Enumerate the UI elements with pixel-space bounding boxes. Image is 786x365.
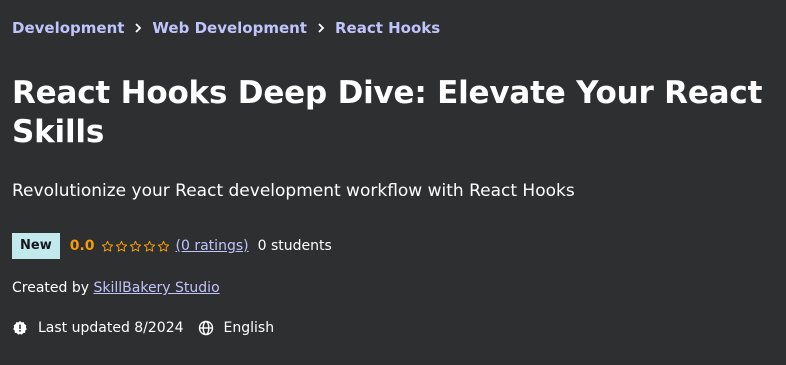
breadcrumb-item-react-hooks[interactable]: React Hooks [335, 18, 440, 38]
course-subtitle: Revolutionize your React development wor… [12, 181, 575, 201]
star-outline-icon [115, 240, 127, 252]
student-count: 0 students [257, 238, 332, 254]
last-updated: Last updated 8/2024 [38, 320, 184, 336]
star-outline-icon [157, 240, 169, 252]
course-title: React Hooks Deep Dive: Elevate Your Reac… [12, 75, 763, 150]
breadcrumb-item-web-development[interactable]: Web Development [152, 18, 307, 38]
star-rating [101, 240, 170, 253]
rating-value: 0.0 [69, 238, 95, 254]
star-outline-icon [129, 240, 141, 252]
breadcrumb: Development Web Development React Hooks [12, 18, 440, 38]
chevron-right-icon [124, 18, 152, 38]
created-by-label: Created by [12, 280, 94, 296]
creator-link[interactable]: SkillBakery Studio [93, 280, 219, 296]
alert-badge-icon [12, 320, 28, 336]
ratings-link[interactable]: (0 ratings) [176, 238, 249, 254]
chevron-right-icon [307, 18, 335, 38]
globe-icon [198, 320, 214, 336]
course-meta: Last updated 8/2024 English [12, 318, 274, 338]
star-outline-icon [101, 240, 113, 252]
new-badge: New [12, 233, 60, 259]
breadcrumb-item-development[interactable]: Development [12, 18, 124, 38]
created-by: Created by SkillBakery Studio [12, 278, 220, 298]
rating-row: New 0.0 (0 ratings) 0 students [12, 233, 332, 259]
star-outline-icon [143, 240, 155, 252]
course-language: English [223, 320, 275, 336]
